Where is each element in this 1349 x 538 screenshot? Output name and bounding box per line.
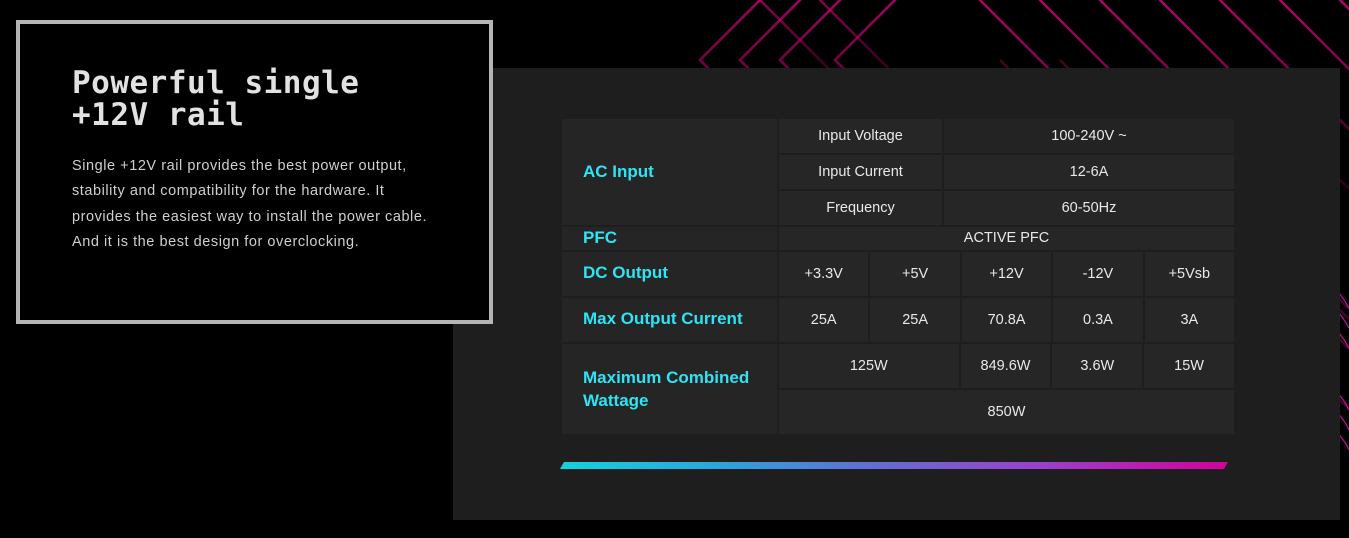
cell-combined-wattage-0: 125W (779, 343, 959, 388)
cell-max-current-4: 3A (1144, 297, 1235, 342)
row-label-ac-input: AC Input (562, 119, 777, 225)
cell-input-voltage-name: Input Voltage (779, 119, 942, 153)
feature-description: Single +12V rail provides the best power… (72, 157, 428, 251)
cell-input-current-value: 12-6A (944, 155, 1234, 189)
cell-dc-output-2: +12V (961, 251, 1052, 296)
cell-combined-wattage-2: 3.6W (1052, 343, 1143, 388)
cell-combined-wattage-1: 849.6W (960, 343, 1051, 388)
table-row: Max Output Current 25A 25A 70.8A 0.3A 3A (562, 297, 1235, 342)
cell-dc-output-0: +3.3V (779, 251, 869, 296)
row-label-max-output-current: Max Output Current (562, 297, 777, 342)
cell-max-current-0: 25A (779, 297, 869, 342)
product-spec-slide: Powerful single +12V rail Single +12V ra… (0, 0, 1349, 538)
gradient-accent-bar (560, 462, 1228, 469)
specification-table: AC Input Input Voltage 100-240V ~ Input … (562, 119, 1235, 434)
table-row: PFC ACTIVE PFC (562, 227, 1234, 250)
cell-dc-output-1: +5V (870, 251, 960, 296)
sub-row: Input Voltage 100-240V ~ (779, 119, 1234, 153)
table-row: Maximum Combined Wattage 125W 849.6W 3.6… (562, 343, 1234, 434)
row-body-max-output-current: 25A 25A 70.8A 0.3A 3A (779, 297, 1235, 342)
feature-card: Powerful single +12V rail Single +12V ra… (16, 20, 493, 324)
cell-combined-wattage-total: 850W (779, 389, 1234, 434)
feature-content: Powerful single +12V rail Single +12V ra… (72, 65, 455, 256)
cell-max-current-3: 0.3A (1053, 297, 1143, 342)
row-label-maximum-combined-wattage: Maximum Combined Wattage (562, 343, 777, 434)
sub-row: Input Current 12-6A (779, 155, 1234, 189)
cell-pfc-value: ACTIVE PFC (779, 227, 1234, 250)
cell-max-current-2: 70.8A (961, 297, 1052, 342)
row-body-dc-output: +3.3V +5V +12V -12V +5Vsb (779, 251, 1235, 296)
cell-input-voltage-value: 100-240V ~ (944, 119, 1234, 153)
sub-row: 125W 849.6W 3.6W 15W (779, 343, 1234, 388)
cell-dc-output-3: -12V (1053, 251, 1143, 296)
sub-row: +3.3V +5V +12V -12V +5Vsb (779, 251, 1235, 296)
row-body-ac-input: Input Voltage 100-240V ~ Input Current 1… (779, 119, 1234, 225)
sub-row: Frequency 60-50Hz (779, 191, 1234, 225)
sub-row: 25A 25A 70.8A 0.3A 3A (779, 297, 1235, 342)
row-label-pfc: PFC (562, 227, 777, 250)
row-body-maximum-combined-wattage: 125W 849.6W 3.6W 15W 850W (779, 343, 1234, 434)
cell-frequency-value: 60-50Hz (944, 191, 1234, 225)
feature-card-inner: Powerful single +12V rail Single +12V ra… (26, 30, 483, 314)
cell-combined-wattage-3: 15W (1144, 343, 1234, 388)
cell-input-current-name: Input Current (779, 155, 942, 189)
table-row: DC Output +3.3V +5V +12V -12V +5Vsb (562, 251, 1235, 296)
feature-title: Powerful single +12V rail (72, 65, 360, 133)
cell-dc-output-4: +5Vsb (1144, 251, 1235, 296)
sub-row: 850W (779, 389, 1234, 434)
table-row: AC Input Input Voltage 100-240V ~ Input … (562, 119, 1234, 225)
row-label-dc-output: DC Output (562, 251, 777, 296)
row-body-pfc: ACTIVE PFC (779, 227, 1234, 250)
cell-frequency-name: Frequency (779, 191, 942, 225)
cell-max-current-1: 25A (870, 297, 960, 342)
